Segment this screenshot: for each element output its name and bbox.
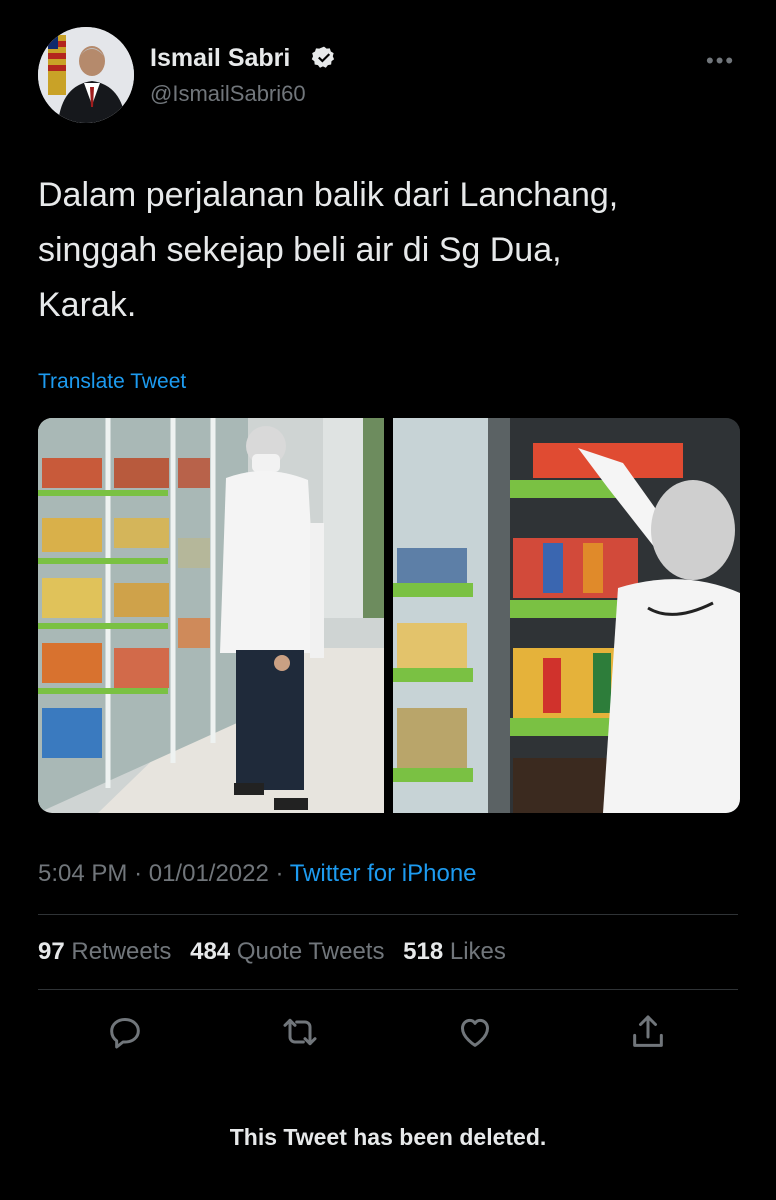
likes-stat[interactable]: 518 Likes bbox=[403, 938, 506, 965]
tweet-text-line: Karak. bbox=[38, 286, 137, 324]
meta-separator: · bbox=[275, 860, 284, 887]
photo-store-aisle[interactable] bbox=[38, 418, 384, 813]
likes-label: Likes bbox=[449, 938, 506, 965]
retweet-icon[interactable] bbox=[280, 1012, 320, 1052]
retweets-stat[interactable]: 97 Retweets bbox=[38, 938, 171, 965]
display-name[interactable]: Ismail Sabri bbox=[150, 44, 290, 73]
share-icon[interactable] bbox=[628, 1012, 668, 1052]
tweet-text: Dalam perjalanan balik dari Lanchang, si… bbox=[38, 168, 738, 333]
translate-tweet-link[interactable]: Translate Tweet bbox=[38, 370, 186, 394]
quotes-count: 484 bbox=[190, 938, 231, 965]
divider bbox=[38, 914, 738, 915]
tweet-source-link[interactable]: Twitter for iPhone bbox=[290, 860, 477, 887]
media-grid bbox=[38, 418, 740, 813]
tweet-time[interactable]: 5:04 PM bbox=[38, 860, 127, 887]
meta-separator: · bbox=[134, 860, 143, 887]
quotes-stat[interactable]: 484 Quote Tweets bbox=[190, 938, 384, 965]
tweet-text-line: Dalam perjalanan balik dari Lanchang, bbox=[38, 176, 619, 214]
reply-icon[interactable] bbox=[105, 1012, 145, 1052]
tweet-text-line: singgah sekejap beli air di Sg Dua, bbox=[38, 231, 562, 269]
retweets-count: 97 bbox=[38, 938, 65, 965]
verified-badge-icon bbox=[311, 46, 335, 68]
tweet-meta: 5:04 PM · 01/01/2022 · Twitter for iPhon… bbox=[38, 860, 477, 888]
more-options-icon[interactable]: ••• bbox=[706, 48, 735, 74]
tweet-stats: 97 Retweets 484 Quote Tweets 518 Likes bbox=[38, 938, 506, 966]
divider bbox=[38, 989, 738, 990]
tweet-date[interactable]: 01/01/2022 bbox=[149, 860, 269, 887]
quotes-label: Quote Tweets bbox=[236, 938, 385, 965]
tweet-deleted-message: This Tweet has been deleted. bbox=[229, 1124, 547, 1150]
retweets-label: Retweets bbox=[71, 938, 172, 965]
photo-reaching-drinks[interactable] bbox=[393, 418, 740, 813]
user-handle[interactable]: @IsmailSabri60 bbox=[150, 81, 306, 107]
like-icon[interactable] bbox=[455, 1012, 495, 1052]
likes-count: 518 bbox=[403, 938, 444, 965]
avatar[interactable] bbox=[38, 27, 134, 123]
